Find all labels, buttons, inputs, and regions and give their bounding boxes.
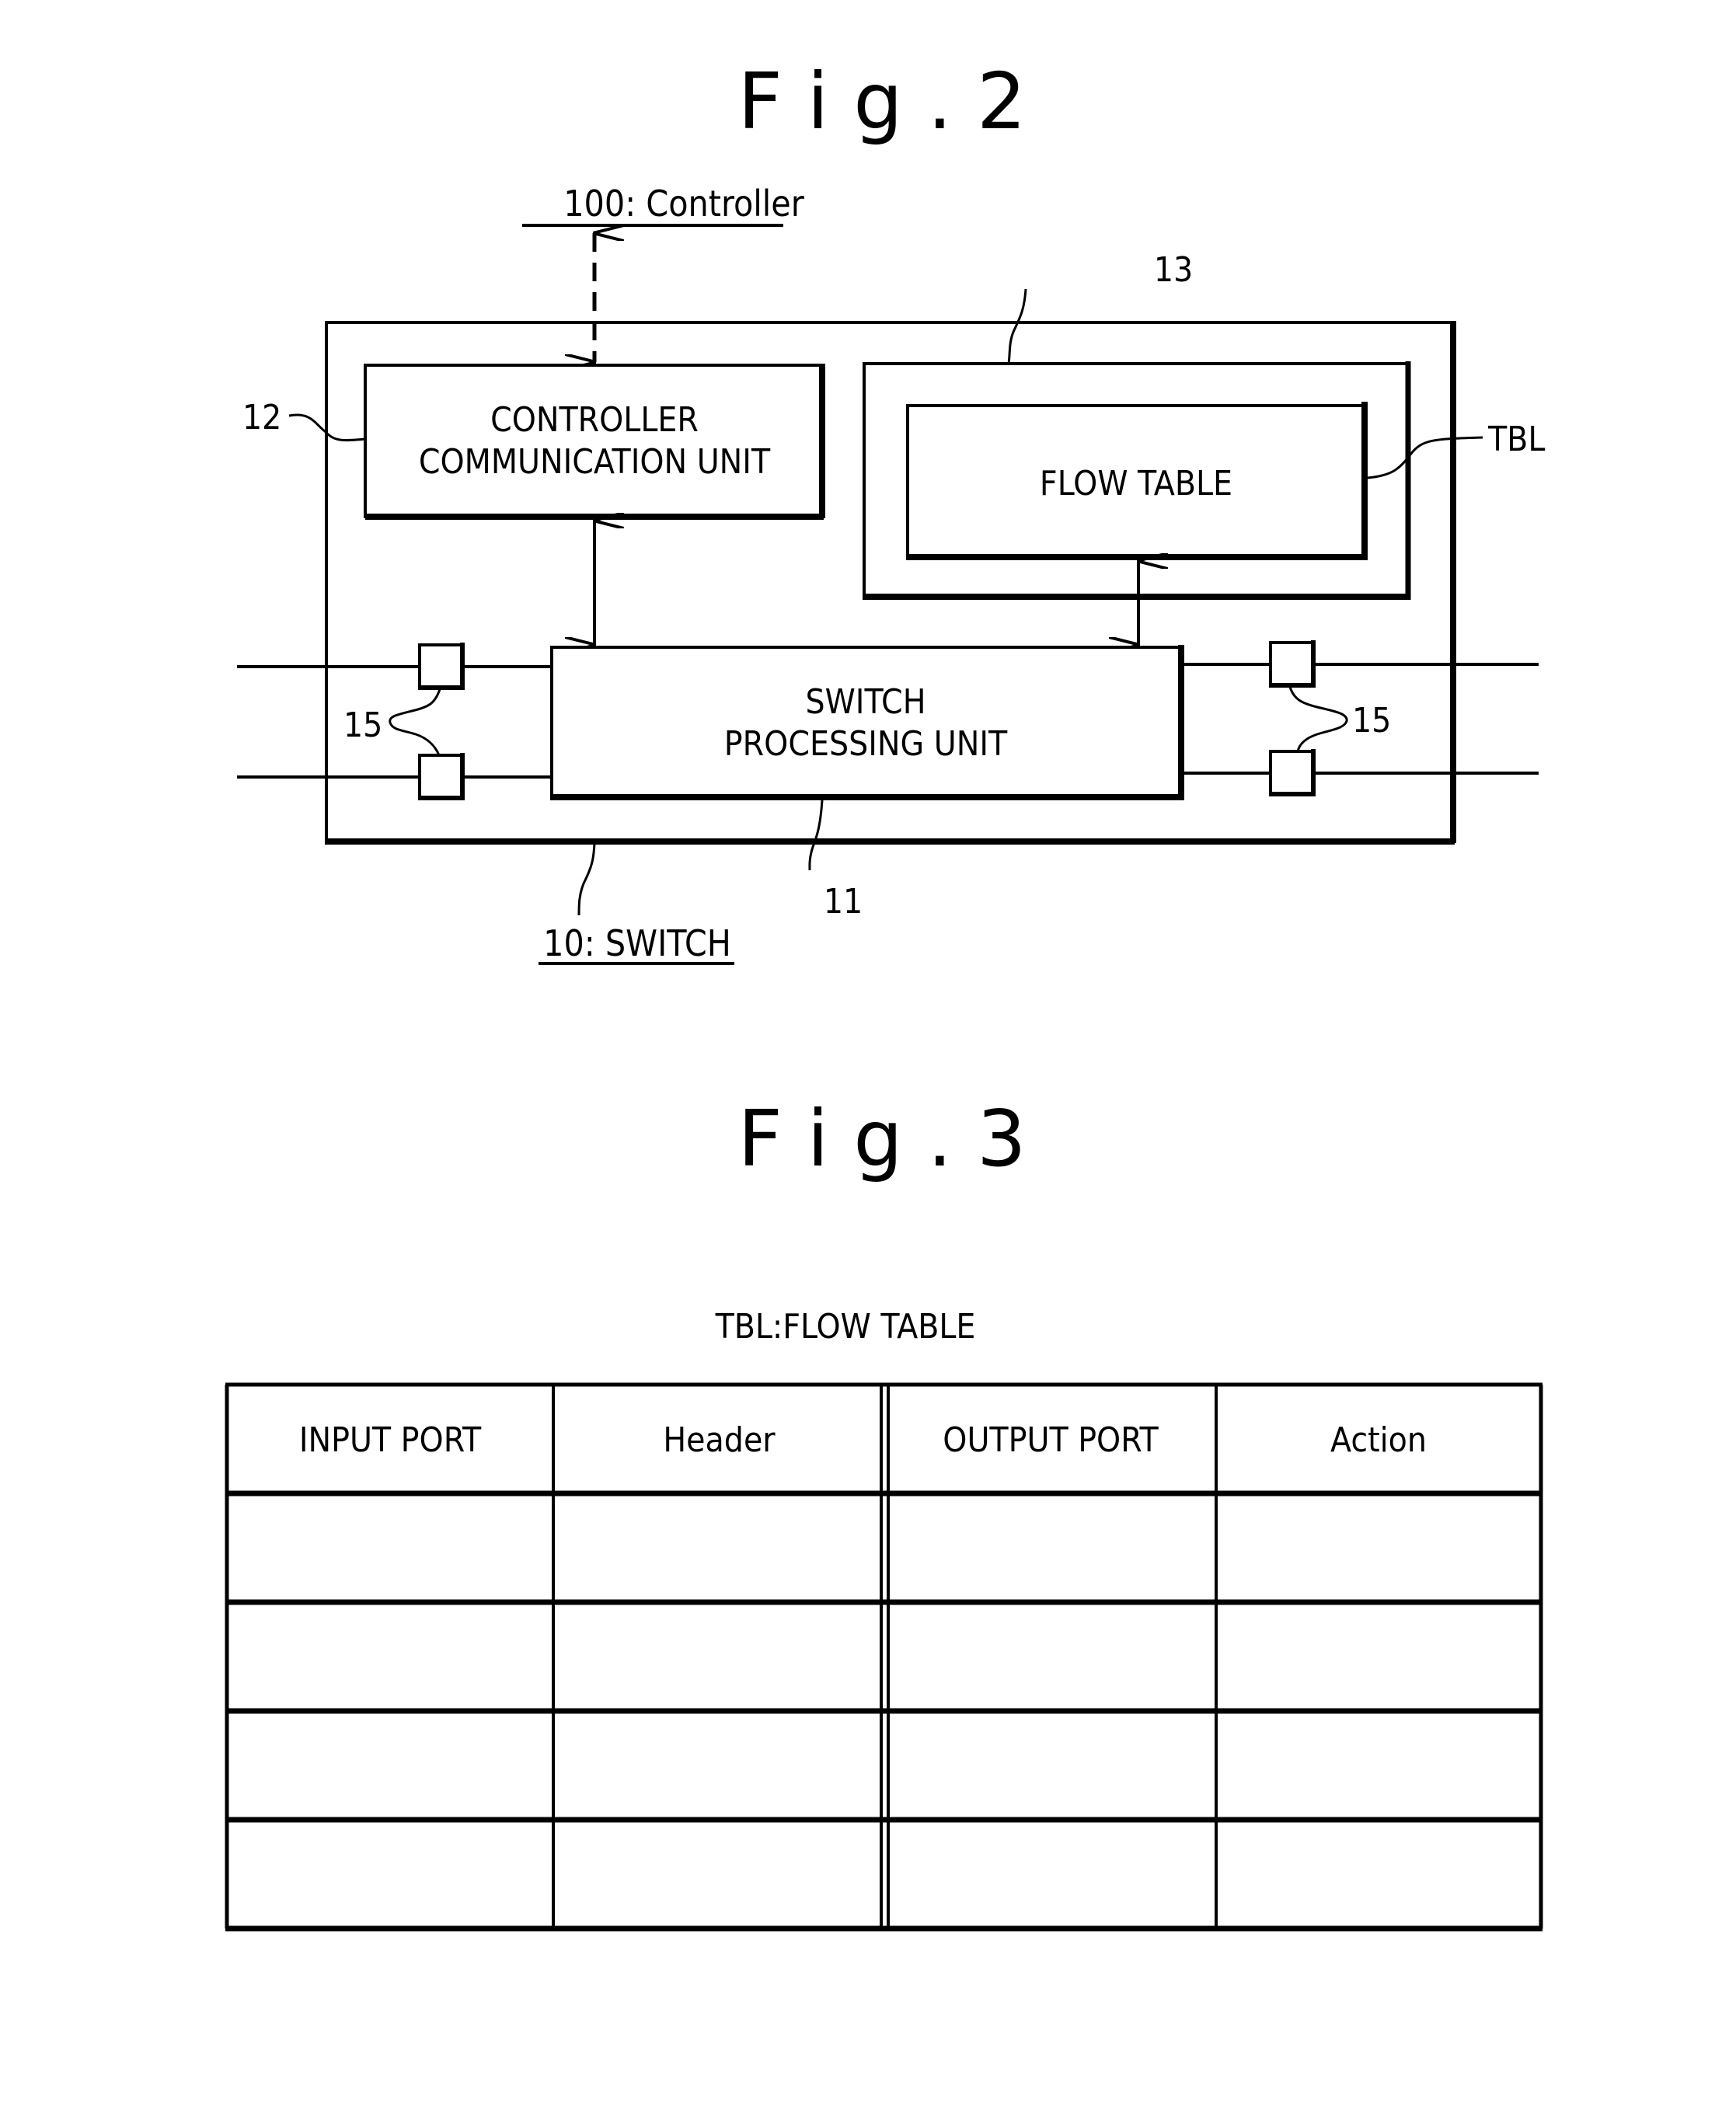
port-left-top xyxy=(418,643,465,690)
ref-11-leader xyxy=(808,800,824,871)
ref-12: 12 xyxy=(242,398,281,437)
table-caption: TBL:FLOW TABLE xyxy=(715,1307,976,1347)
port-right-top xyxy=(1269,640,1316,688)
switch-label: 10: SWITCH xyxy=(543,922,731,964)
flow-table: INPUT PORT Header OUTPUT PORT Action xyxy=(225,1382,1543,1932)
ref-tbl: TBL xyxy=(1487,420,1545,459)
ref-15-right: 15 xyxy=(1352,701,1391,740)
ref-11: 11 xyxy=(824,882,863,922)
table-header-input-port: INPUT PORT xyxy=(299,1420,482,1460)
ref-13-leader xyxy=(1007,288,1027,364)
controller-label: 100: Controller xyxy=(563,183,805,225)
spu-line1: SWITCH xyxy=(806,682,926,722)
table-header-action: Action xyxy=(1330,1420,1427,1460)
patent-drawing: F i g . 2 100: Controller CONTROLLER COM… xyxy=(225,56,1545,1932)
switch-label-leader xyxy=(577,842,596,916)
flow-table-block: FLOW TABLE xyxy=(906,402,1368,560)
ref-15-right-leader xyxy=(1288,686,1348,752)
comm-unit-line2: COMMUNICATION UNIT xyxy=(419,442,771,482)
ref-15-left-leader xyxy=(389,688,441,756)
port-left-bottom xyxy=(418,753,465,800)
table-header-output-port: OUTPUT PORT xyxy=(943,1420,1159,1460)
fig3-title: F i g . 3 xyxy=(737,1093,1026,1184)
flow-table-label: FLOW TABLE xyxy=(1040,464,1232,503)
ref-13: 13 xyxy=(1154,250,1193,290)
ref-15-left: 15 xyxy=(343,706,382,745)
ref-tbl-leader xyxy=(1367,436,1483,479)
controller-communication-unit: CONTROLLER COMMUNICATION UNIT xyxy=(364,364,825,520)
fig2-title: F i g . 2 xyxy=(737,56,1026,147)
spu-line2: PROCESSING UNIT xyxy=(724,724,1008,764)
comm-unit-line1: CONTROLLER xyxy=(490,400,699,440)
port-right-bottom xyxy=(1269,749,1316,796)
switch-processing-unit: SWITCH PROCESSING UNIT xyxy=(550,645,1184,800)
table-header-header: Header xyxy=(663,1420,776,1460)
